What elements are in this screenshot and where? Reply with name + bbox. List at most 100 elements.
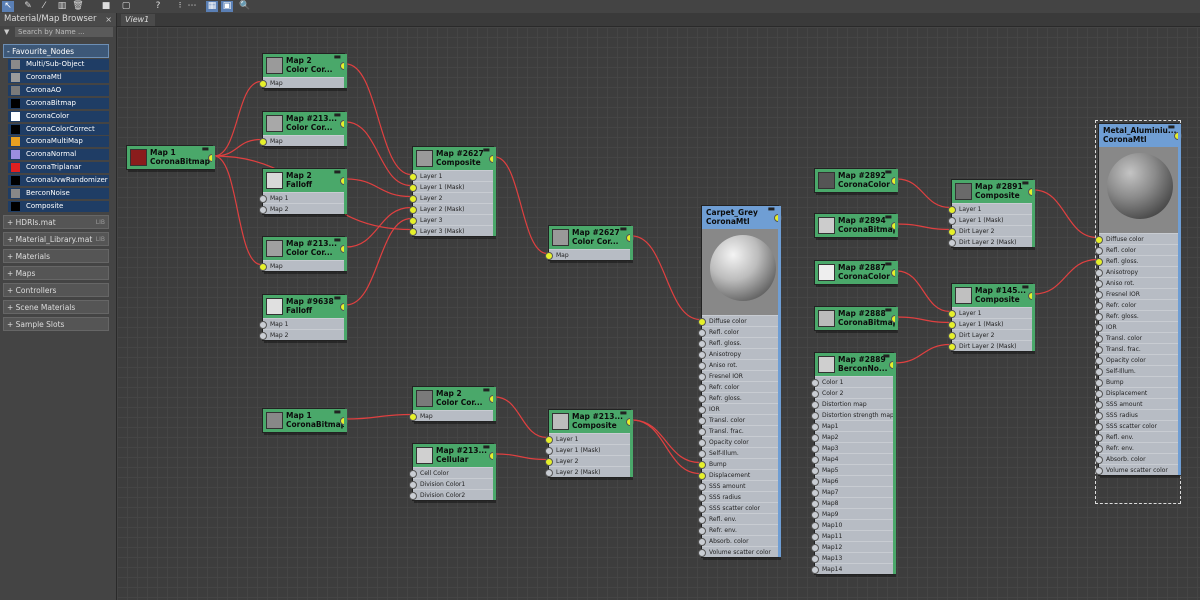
input-socket[interactable] (409, 206, 417, 214)
input-socket[interactable] (259, 332, 267, 340)
node-slot[interactable]: Layer 1 (Mask) (948, 318, 1032, 329)
zoom-icon[interactable]: 🔍 (239, 1, 251, 12)
minimize-icon[interactable]: ▬ (482, 385, 490, 394)
input-socket[interactable] (1095, 357, 1103, 365)
minimize-icon[interactable]: ▬ (333, 235, 341, 244)
node-slot[interactable]: Refr. gloss. (1095, 310, 1178, 321)
wire[interactable] (494, 396, 548, 439)
input-socket[interactable] (811, 544, 819, 552)
node-falloff2[interactable]: Map #9638 Falloff ▬ Map 1 Map 2 (259, 293, 348, 341)
input-socket[interactable] (1095, 302, 1103, 310)
node-slot[interactable]: Map 2 (259, 203, 344, 214)
input-socket[interactable] (698, 384, 706, 392)
help-icon[interactable]: ? (152, 1, 164, 12)
close-icon[interactable]: × (105, 13, 112, 26)
minimize-icon[interactable]: ▬ (884, 305, 892, 314)
node-slot[interactable]: Map13 (811, 552, 893, 563)
rollout-item[interactable]: + Scene Materials (3, 300, 109, 314)
wire[interactable] (345, 206, 412, 248)
input-socket[interactable] (1095, 379, 1103, 387)
input-socket[interactable] (811, 412, 819, 420)
input-socket[interactable] (698, 428, 706, 436)
node-slot[interactable]: Map7 (811, 486, 893, 497)
node-header[interactable]: Map #2889 BerconNo... ▬ (815, 351, 897, 376)
input-socket[interactable] (259, 206, 267, 214)
node-side-handle[interactable] (893, 353, 896, 574)
input-socket[interactable] (698, 362, 706, 370)
node-slot[interactable]: Refr. env. (1095, 442, 1178, 453)
node-cc1[interactable]: Map 2 Color Cor... ▬ Map (259, 52, 348, 89)
input-socket[interactable] (811, 423, 819, 431)
node-slot[interactable]: Fresnel IOR (1095, 288, 1178, 299)
node-slot[interactable]: Refl. color (1095, 244, 1178, 255)
input-socket[interactable] (698, 450, 706, 458)
node-slot[interactable]: Division Color1 (409, 478, 493, 489)
minimize-icon[interactable]: ▬ (333, 167, 341, 176)
input-socket[interactable] (1095, 412, 1103, 420)
node-cc4[interactable]: Map #2627 Color Cor... ▬ Map (545, 224, 634, 261)
input-socket[interactable] (409, 228, 417, 236)
input-socket[interactable] (1095, 291, 1103, 299)
node-col1[interactable]: Map #2892 CoronaColor ▬ (814, 167, 899, 193)
node-slot[interactable]: Refl. color (698, 326, 778, 337)
node-slot[interactable]: Distortion strength map (811, 409, 894, 420)
input-socket[interactable] (948, 239, 956, 247)
node-header[interactable]: Map #2887 CoronaColor ▬ (815, 259, 899, 284)
node-header[interactable]: Map #2892 CoronaColor ▬ (815, 167, 899, 192)
favourite-item[interactable]: CoronaTriplanar (8, 162, 109, 174)
input-socket[interactable] (948, 217, 956, 225)
node-slot[interactable]: Map6 (811, 475, 893, 486)
rollout-item[interactable]: + HDRIs.mat LIB (3, 215, 109, 229)
node-slot[interactable]: Map (259, 77, 344, 88)
node-slot[interactable]: Displacement (698, 469, 778, 480)
node-side-handle[interactable] (344, 112, 347, 146)
node-header[interactable]: Map #2894 CoronaBitmap ▬ (815, 212, 899, 237)
node-slot[interactable]: SSS amount (698, 480, 778, 491)
delete-icon[interactable]: 🗑 (72, 1, 84, 12)
node-side-handle[interactable] (895, 307, 898, 330)
input-socket[interactable] (259, 263, 267, 271)
input-socket[interactable] (811, 445, 819, 453)
node-side-handle[interactable] (493, 147, 496, 236)
layout-icon[interactable]: ▥ (56, 1, 68, 12)
wire[interactable] (213, 155, 262, 266)
node-cc2[interactable]: Map #213... Color Cor... ▬ Map (259, 110, 348, 147)
node-bercon[interactable]: Map #2889 BerconNo... ▬ Color 1 Color 2 Disto… (811, 351, 897, 575)
arrange-icon[interactable]: ⁝ (174, 1, 186, 12)
rollout-item[interactable]: + Controllers (3, 283, 109, 297)
search-options-icon[interactable]: ▼ (4, 28, 9, 36)
node-side-handle[interactable] (344, 169, 347, 214)
favourite-item[interactable]: CoronaUvwRandomizer (8, 175, 109, 187)
wire[interactable] (345, 217, 412, 306)
node-slot[interactable]: Layer 1 (948, 203, 1032, 214)
minimize-icon[interactable]: ▬ (1167, 122, 1175, 131)
wire[interactable] (631, 419, 701, 464)
wire[interactable] (213, 80, 262, 157)
wire[interactable] (894, 343, 951, 364)
input-socket[interactable] (811, 566, 819, 574)
node-slot[interactable]: Transl. frac. (698, 425, 778, 436)
node-slot[interactable]: SSS radius (698, 491, 778, 502)
node-side-handle[interactable] (344, 409, 347, 432)
input-socket[interactable] (811, 522, 819, 530)
node-side-handle[interactable] (212, 146, 215, 169)
node-slot[interactable]: Refr. env. (698, 524, 778, 535)
wire[interactable] (631, 419, 701, 475)
node-header[interactable]: Map 2 Color Cor... ▬ (413, 385, 497, 410)
node-slot[interactable]: Layer 1 (Mask) (409, 181, 493, 192)
square-icon[interactable]: ■ (100, 1, 112, 12)
input-socket[interactable] (811, 467, 819, 475)
input-socket[interactable] (698, 494, 706, 502)
node-slot[interactable]: Layer 2 (409, 192, 493, 203)
node-slot[interactable]: Self-Illum. (1095, 365, 1178, 376)
node-slot[interactable]: Refl. gloss. (1095, 255, 1178, 266)
input-socket[interactable] (811, 434, 819, 442)
node-slot[interactable]: Distortion map (811, 398, 893, 409)
rollout-item[interactable]: + Sample Slots (3, 317, 109, 331)
input-socket[interactable] (1095, 280, 1103, 288)
input-socket[interactable] (1095, 258, 1103, 266)
node-header[interactable]: Map #145... Composite ▬ (952, 282, 1036, 307)
input-socket[interactable] (545, 447, 553, 455)
wire[interactable] (345, 178, 412, 198)
node-comp2[interactable]: Map #213... Composite ▬ Layer 1 Layer 1 (Mas… (545, 408, 634, 478)
